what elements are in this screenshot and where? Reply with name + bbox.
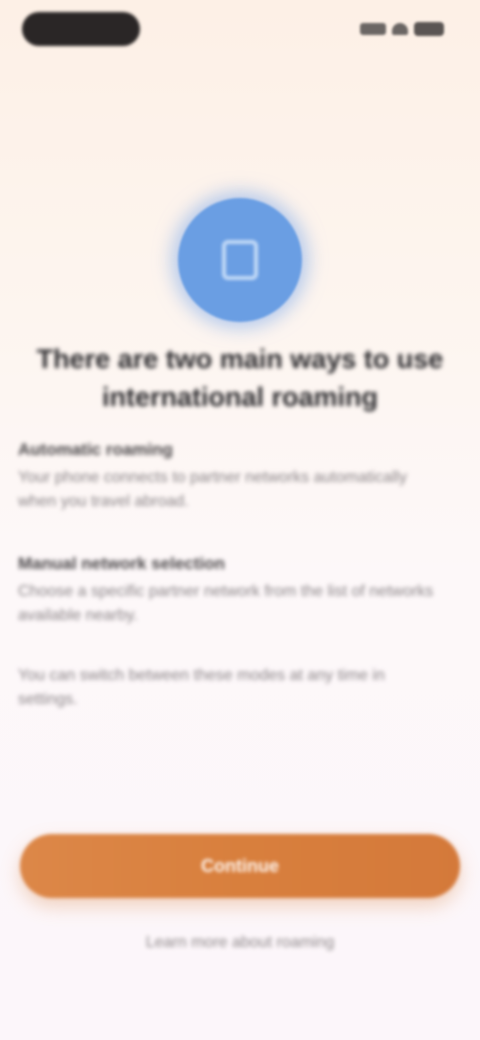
section-body: Choose a specific partner network from t… <box>18 583 434 624</box>
status-bar <box>0 0 480 70</box>
status-icons <box>360 22 444 36</box>
hero-icon <box>178 198 302 322</box>
continue-button[interactable]: Continue <box>20 834 460 898</box>
info-section-automatic: Automatic roaming Your phone connects to… <box>18 438 448 514</box>
status-time-pill <box>22 12 140 46</box>
section-title: Automatic roaming <box>18 440 173 459</box>
page-title: There are two main ways to use internati… <box>36 344 444 412</box>
wifi-icon <box>392 23 408 35</box>
battery-icon <box>414 22 444 36</box>
section-body: You can switch between these modes at an… <box>18 667 385 708</box>
info-section-note: You can switch between these modes at an… <box>18 664 448 712</box>
learn-more-link[interactable]: Learn more about roaming <box>0 934 480 952</box>
shield-icon <box>222 240 258 280</box>
signal-icon <box>360 23 386 35</box>
section-body: Your phone connects to partner networks … <box>18 469 407 510</box>
info-section-manual: Manual network selection Choose a specif… <box>18 552 448 628</box>
section-title: Manual network selection <box>18 554 225 573</box>
